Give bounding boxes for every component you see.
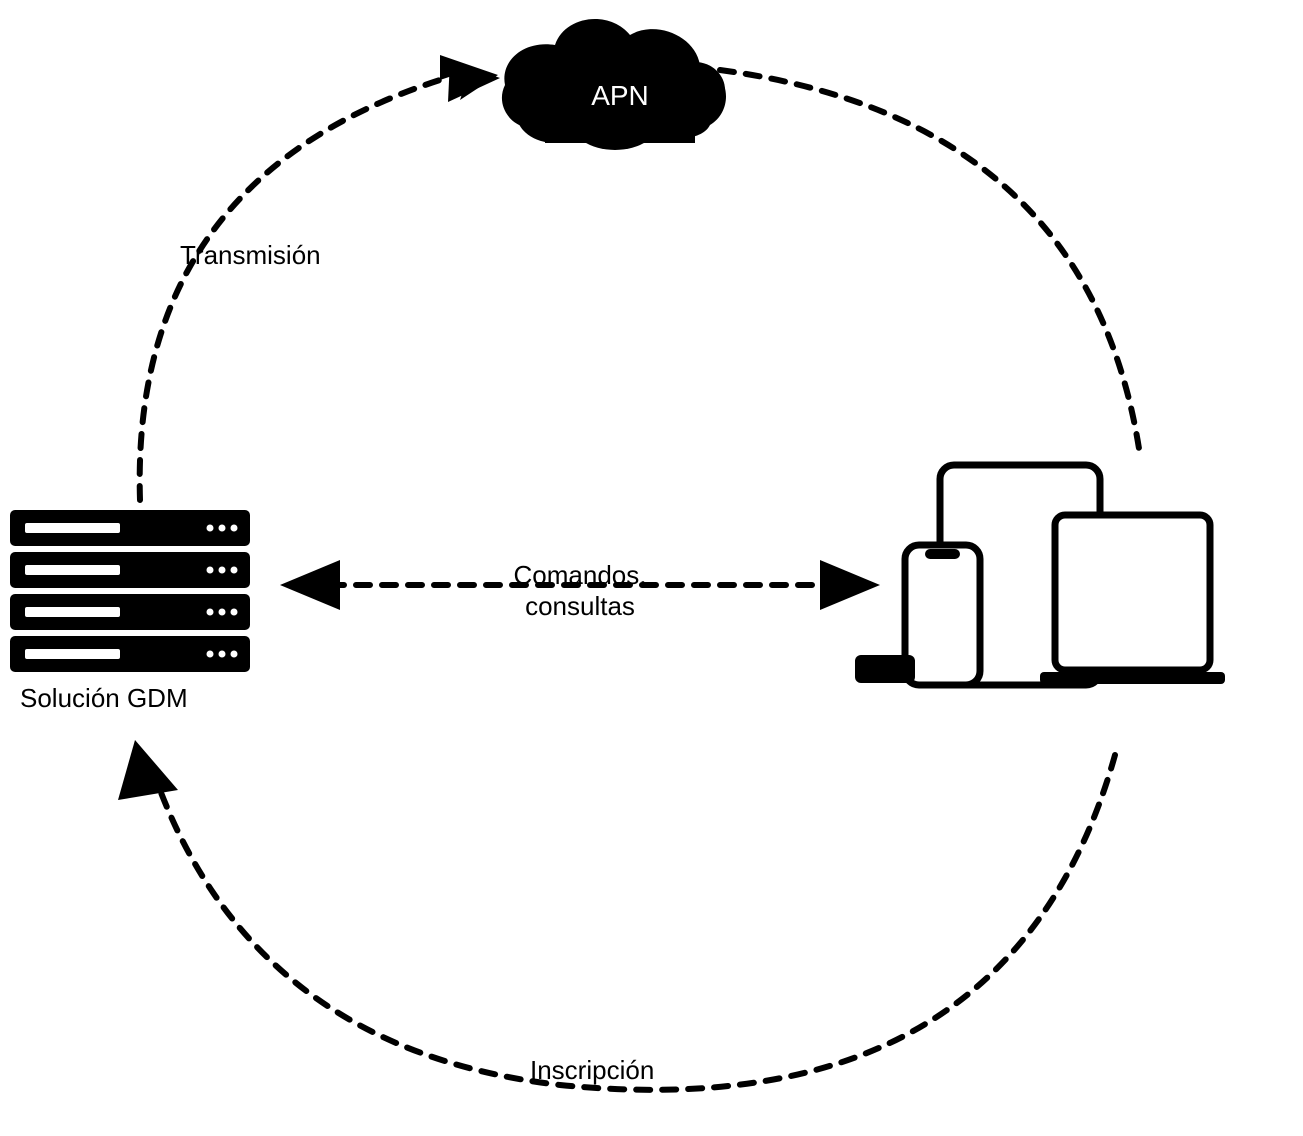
arc-transmission [140,80,440,500]
arrowhead-enrollment [118,740,178,800]
commands-label-line2: consultas [525,591,635,621]
arrowhead-transmission-tri [448,60,500,102]
server-icon [10,510,250,672]
cloud-label: APN [580,80,660,112]
transmission-label: Transmisión [180,240,321,271]
commands-label: Comandos, consultas [470,560,690,622]
server-label: Solución GDM [20,683,188,714]
enrollment-label: Inscripción [530,1055,654,1086]
commands-label-line1: Comandos, [514,560,647,590]
devices-icon [855,465,1225,685]
arc-cloud-to-devices [720,70,1140,455]
arrowhead-commands-right [820,560,880,610]
arrowhead-commands-left [280,560,340,610]
arc-enrollment [160,755,1115,1090]
